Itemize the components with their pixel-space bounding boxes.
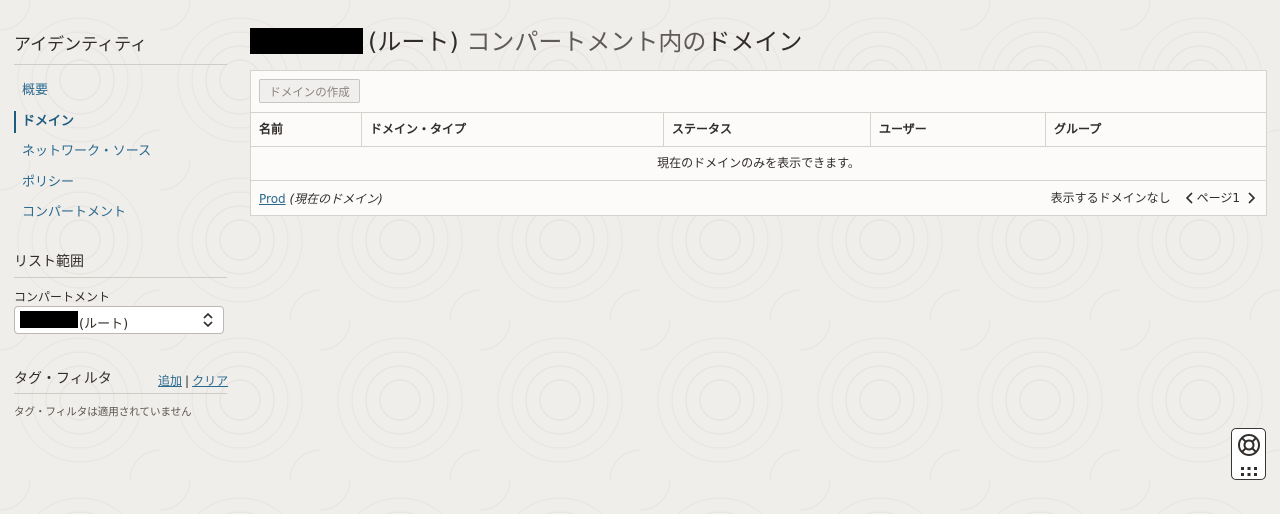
sidebar-item-overview[interactable]: 概要 <box>14 80 227 111</box>
list-scope-divider <box>14 277 227 278</box>
sidebar-item-compartments[interactable]: コンパートメント <box>14 202 227 233</box>
tag-filter-add-link[interactable]: 追加 <box>158 374 182 388</box>
compartment-label: コンパートメント <box>14 290 111 304</box>
page-title-root: (ルート) <box>368 28 459 56</box>
tag-filter-note: タグ・フィルタは適用されていません <box>14 406 192 418</box>
page-number: ページ1 <box>1196 191 1240 205</box>
list-scope-title: リスト範囲 <box>14 254 84 270</box>
domains-table-panel: ドメインの作成 名前 ドメイン・タイプ ステータス ユーザー グループ 現在のド… <box>250 70 1267 216</box>
sidebar-title: アイデンティティ <box>14 35 148 55</box>
tag-link-separator: | <box>185 374 190 388</box>
redacted-tenancy-name <box>250 28 363 54</box>
table-empty-message: 現在のドメインのみを表示できます。 <box>251 147 1266 181</box>
tag-filter-links: 追加 | クリア <box>158 372 228 389</box>
page-title: (ルート) コンパートメント内のドメイン <box>250 22 802 58</box>
chevron-up-down-icon <box>202 311 214 333</box>
help-widget[interactable] <box>1231 428 1266 480</box>
chevron-left-icon[interactable] <box>1183 190 1197 206</box>
sidebar-item-domains[interactable]: ドメイン <box>14 110 227 133</box>
lifebuoy-icon[interactable] <box>1237 433 1261 461</box>
column-header-name[interactable]: 名前 <box>251 113 362 146</box>
column-header-status[interactable]: ステータス <box>664 113 871 146</box>
current-domain-link[interactable]: Prod <box>259 192 286 206</box>
column-header-groups[interactable]: グループ <box>1046 113 1266 146</box>
sidebar-item-network-sources[interactable]: ネットワーク・ソース <box>14 141 227 172</box>
pagination: 表示するドメインなし ページ1 <box>1051 189 1258 206</box>
column-header-users[interactable]: ユーザー <box>871 113 1046 146</box>
redacted-compartment-name <box>20 311 78 328</box>
grid-icon[interactable] <box>1240 463 1258 482</box>
sidebar-nav: 概要 ドメイン ネットワーク・ソース ポリシー コンパートメント <box>14 80 227 233</box>
column-header-domain-type[interactable]: ドメイン・タイプ <box>362 113 664 146</box>
table-header: 名前 ドメイン・タイプ ステータス ユーザー グループ <box>251 112 1266 147</box>
current-domain-note: (現在のドメイン) <box>289 192 383 206</box>
no-domains-text: 表示するドメインなし <box>1050 191 1171 205</box>
sidebar-divider <box>14 64 227 65</box>
page-title-end: ドメイン <box>706 28 803 56</box>
tag-filter-clear-link[interactable]: クリア <box>192 374 228 388</box>
compartment-select-value: (ルート) <box>79 317 129 332</box>
page-title-middle: コンパートメント内の <box>458 28 707 56</box>
chevron-right-icon[interactable] <box>1244 190 1258 206</box>
create-domain-button[interactable]: ドメインの作成 <box>259 79 360 103</box>
tag-filter-title: タグ・フィルタ <box>14 371 112 387</box>
tag-filter-divider <box>14 393 227 394</box>
compartment-select[interactable]: (ルート) <box>14 306 224 334</box>
current-domain-info: Prod (現在のドメイン) <box>259 190 383 207</box>
sidebar-item-policies[interactable]: ポリシー <box>14 172 227 203</box>
